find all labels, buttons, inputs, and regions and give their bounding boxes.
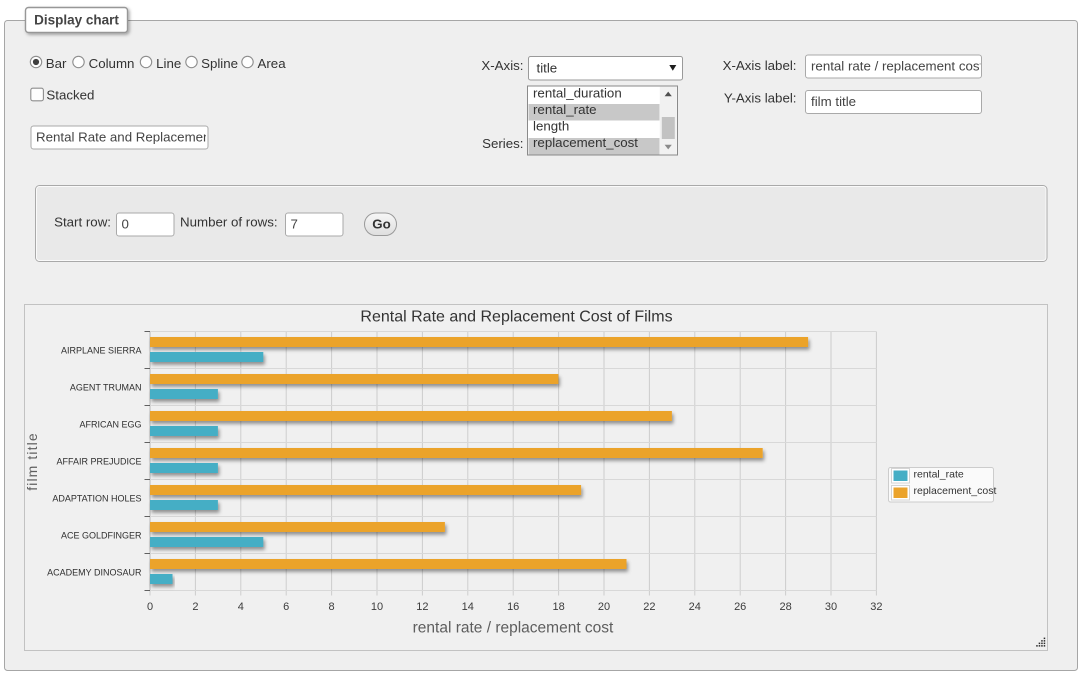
svg-text:AGENT TRUMAN: AGENT TRUMAN	[70, 383, 142, 393]
svg-text:Stacked: Stacked	[46, 87, 94, 102]
svg-text:title: title	[537, 61, 558, 76]
svg-text:Start row:: Start row:	[54, 215, 111, 230]
svg-text:rental_rate: rental_rate	[533, 102, 597, 117]
svg-text:20: 20	[598, 601, 610, 613]
svg-text:AIRPLANE SIERRA: AIRPLANE SIERRA	[61, 346, 142, 356]
svg-text:12: 12	[416, 601, 428, 613]
svg-text:film title: film title	[811, 94, 856, 109]
svg-text:28: 28	[779, 601, 791, 613]
svg-text:Display chart: Display chart	[34, 13, 119, 28]
svg-text:rental_rate: rental_rate	[914, 469, 964, 481]
svg-text:Number of rows:: Number of rows:	[180, 215, 278, 230]
svg-text:AFFAIR PREJUDICE: AFFAIR PREJUDICE	[56, 457, 141, 467]
svg-text:Column: Column	[89, 56, 135, 71]
svg-text:24: 24	[689, 601, 701, 613]
svg-text:0: 0	[122, 217, 129, 232]
svg-text:rental rate / replacement cost: rental rate / replacement cost	[413, 620, 614, 637]
svg-text:2: 2	[192, 601, 198, 613]
svg-text:22: 22	[643, 601, 655, 613]
svg-text:ACE GOLDFINGER: ACE GOLDFINGER	[61, 531, 142, 541]
svg-text:4: 4	[238, 601, 244, 613]
svg-text:length: length	[533, 119, 569, 134]
svg-text:32: 32	[870, 601, 882, 613]
svg-text:8: 8	[329, 601, 335, 613]
svg-text:0: 0	[147, 601, 153, 613]
svg-text:7: 7	[291, 217, 298, 232]
svg-text:ACADEMY DINOSAUR: ACADEMY DINOSAUR	[47, 568, 142, 578]
svg-text:6: 6	[283, 601, 289, 613]
svg-text:18: 18	[552, 601, 564, 613]
svg-text:rental rate / replacement cost: rental rate / replacement cost	[811, 59, 984, 74]
svg-text:Line: Line	[156, 56, 181, 71]
svg-text:10: 10	[371, 601, 383, 613]
svg-text:rental_duration: rental_duration	[533, 86, 622, 101]
svg-text:30: 30	[825, 601, 837, 613]
svg-text:replacement_cost: replacement_cost	[533, 135, 638, 150]
svg-text:X-Axis:: X-Axis:	[481, 58, 523, 73]
svg-text:26: 26	[734, 601, 746, 613]
svg-text:Y-Axis label:: Y-Axis label:	[724, 91, 797, 106]
svg-text:film title: film title	[24, 432, 40, 490]
svg-text:Spline: Spline	[201, 56, 238, 71]
svg-text:16: 16	[507, 601, 519, 613]
svg-text:Area: Area	[258, 56, 287, 71]
svg-text:14: 14	[462, 601, 474, 613]
svg-text:replacement_cost: replacement_cost	[914, 485, 997, 497]
svg-text:Bar: Bar	[46, 56, 67, 71]
svg-text:Go: Go	[372, 216, 390, 231]
svg-text:AFRICAN EGG: AFRICAN EGG	[79, 420, 141, 430]
svg-text:Rental Rate and Replacement Co: Rental Rate and Replacement Cost of Film…	[360, 309, 672, 326]
svg-text:ADAPTATION HOLES: ADAPTATION HOLES	[52, 494, 141, 504]
svg-text:X-Axis label:: X-Axis label:	[723, 58, 797, 73]
svg-text:Series:: Series:	[482, 136, 523, 151]
